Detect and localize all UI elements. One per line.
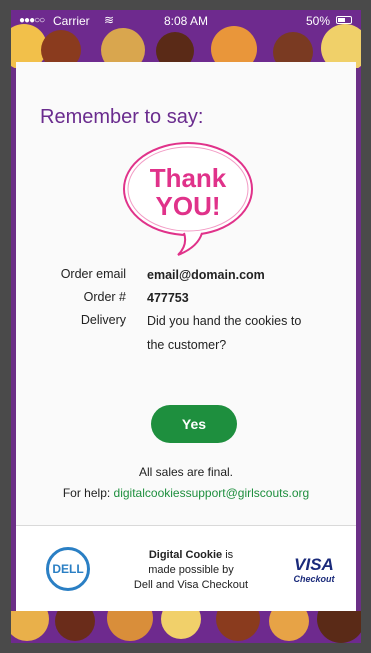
dell-logo: DELL <box>46 547 90 591</box>
cookie-banner-bottom <box>11 611 361 643</box>
visa-wordmark: VISA <box>294 555 334 574</box>
status-bar: ●●●○○ Carrier ≋ 8:08 AM 50% <box>11 10 361 32</box>
order-email-label: Order email <box>60 267 126 281</box>
page-heading: Remember to say: <box>40 106 204 128</box>
battery-icon <box>336 16 352 24</box>
order-number-label: Order # <box>83 290 126 304</box>
delivery-question-line2: the customer? <box>147 338 227 352</box>
thank-line: Thank <box>150 163 227 193</box>
delivery-question-line1: Did you hand the cookies to <box>147 314 302 328</box>
app-screen: ●●●○○ Carrier ≋ 8:08 AM 50% Remember to … <box>11 10 361 643</box>
yes-button[interactable]: Yes <box>151 405 237 443</box>
help-prefix: For help: <box>62 486 111 500</box>
battery-percent: 50% <box>306 14 331 28</box>
sponsor-line1-suffix: is <box>222 549 234 561</box>
order-email-value: email@domain.com <box>147 268 265 282</box>
visa-checkout-logo: VISA Checkout <box>284 555 344 585</box>
confirmation-card: Remember to say: Thank YOU! Order email … <box>16 62 356 614</box>
sponsor-footer: DELL Digital Cookie is made possible by … <box>16 526 356 614</box>
sponsor-line3: Dell and Visa Checkout <box>133 579 249 591</box>
sponsor-text: Digital Cookie is made possible by Dell … <box>126 548 256 593</box>
phone-frame: ●●●○○ Carrier ≋ 8:08 AM 50% Remember to … <box>0 0 371 653</box>
order-number-value: 477753 <box>147 291 189 305</box>
delivery-question: Did you hand the cookies to the customer… <box>147 309 342 357</box>
help-text: For help: digitalcookiessupport@girlscou… <box>16 486 356 500</box>
sales-final-text: All sales are final. <box>138 465 234 479</box>
thank-you-bubble: Thank YOU! <box>123 142 253 256</box>
sponsor-line2: made possible by <box>148 564 234 576</box>
digital-cookie-brand: Digital Cookie <box>148 549 223 561</box>
support-email-link[interactable]: digitalcookiessupport@girlscouts.org <box>114 486 310 500</box>
delivery-label: Delivery <box>80 313 126 327</box>
you-line: YOU! <box>156 191 221 221</box>
checkout-wordmark: Checkout <box>293 574 335 584</box>
